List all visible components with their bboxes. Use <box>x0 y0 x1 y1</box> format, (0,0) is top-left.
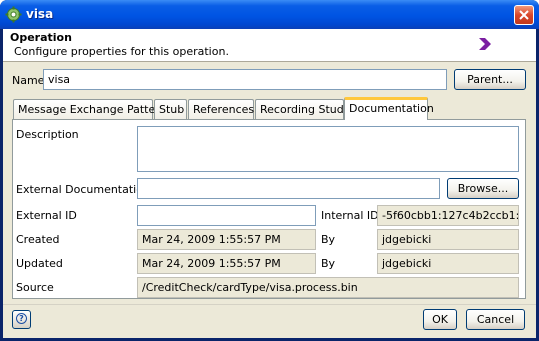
tab-documentation[interactable]: Documentation <box>344 97 434 120</box>
parent-button[interactable]: Parent... <box>454 69 526 90</box>
external-id-input[interactable] <box>137 205 316 226</box>
dialog-client-area: Operation Configure properties for this … <box>3 29 536 338</box>
created-label: Created <box>16 233 60 246</box>
source-label: Source <box>16 281 54 294</box>
updated-by-field: jdgebicki <box>377 253 519 274</box>
name-label: Name <box>12 74 45 87</box>
help-button[interactable]: ? <box>12 310 31 329</box>
window-title: visa <box>26 7 54 21</box>
help-icon: ? <box>16 313 27 324</box>
external-id-label: External ID <box>16 209 77 222</box>
header-description: Configure properties for this operation. <box>14 45 229 58</box>
close-button[interactable] <box>514 5 534 25</box>
created-by-label: By <box>321 233 336 246</box>
updated-by-label: By <box>321 257 336 270</box>
created-field: Mar 24, 2009 1:55:57 PM <box>137 229 316 250</box>
internal-id-field: -5f60cbb1:127c4b2ccb1:-7f <box>377 205 519 226</box>
updated-field: Mar 24, 2009 1:55:57 PM <box>137 253 316 274</box>
description-textarea[interactable] <box>137 126 519 172</box>
name-input[interactable]: visa <box>43 69 447 90</box>
dialog-header: Operation Configure properties for this … <box>3 29 536 62</box>
tab-message-exchange-pattern[interactable]: Message Exchange Pattern <box>13 99 167 119</box>
dialog-window: visa Operation Configure properties for … <box>0 0 539 341</box>
created-by-field: jdgebicki <box>377 229 519 250</box>
updated-label: Updated <box>16 257 63 270</box>
internal-id-label: Internal ID <box>321 209 379 222</box>
tab-recording-studio[interactable]: Recording Studio <box>255 99 354 119</box>
tab-stub[interactable]: Stub <box>154 99 187 119</box>
chevron-right-icon <box>479 38 491 50</box>
description-label: Description <box>16 128 79 141</box>
close-icon <box>519 10 529 20</box>
external-documentation-label: External Documentation <box>16 183 150 196</box>
external-documentation-input[interactable] <box>137 178 440 199</box>
gear-app-icon <box>5 6 22 23</box>
cancel-button[interactable]: Cancel <box>466 309 525 330</box>
title-bar[interactable]: visa <box>0 0 539 29</box>
browse-button[interactable]: Browse... <box>447 178 519 199</box>
ok-button[interactable]: OK <box>423 309 457 330</box>
footer-separator <box>3 304 536 305</box>
tab-references[interactable]: References <box>188 99 254 119</box>
source-field: /CreditCheck/cardType/visa.process.bin <box>137 277 519 298</box>
header-title: Operation <box>10 31 72 44</box>
